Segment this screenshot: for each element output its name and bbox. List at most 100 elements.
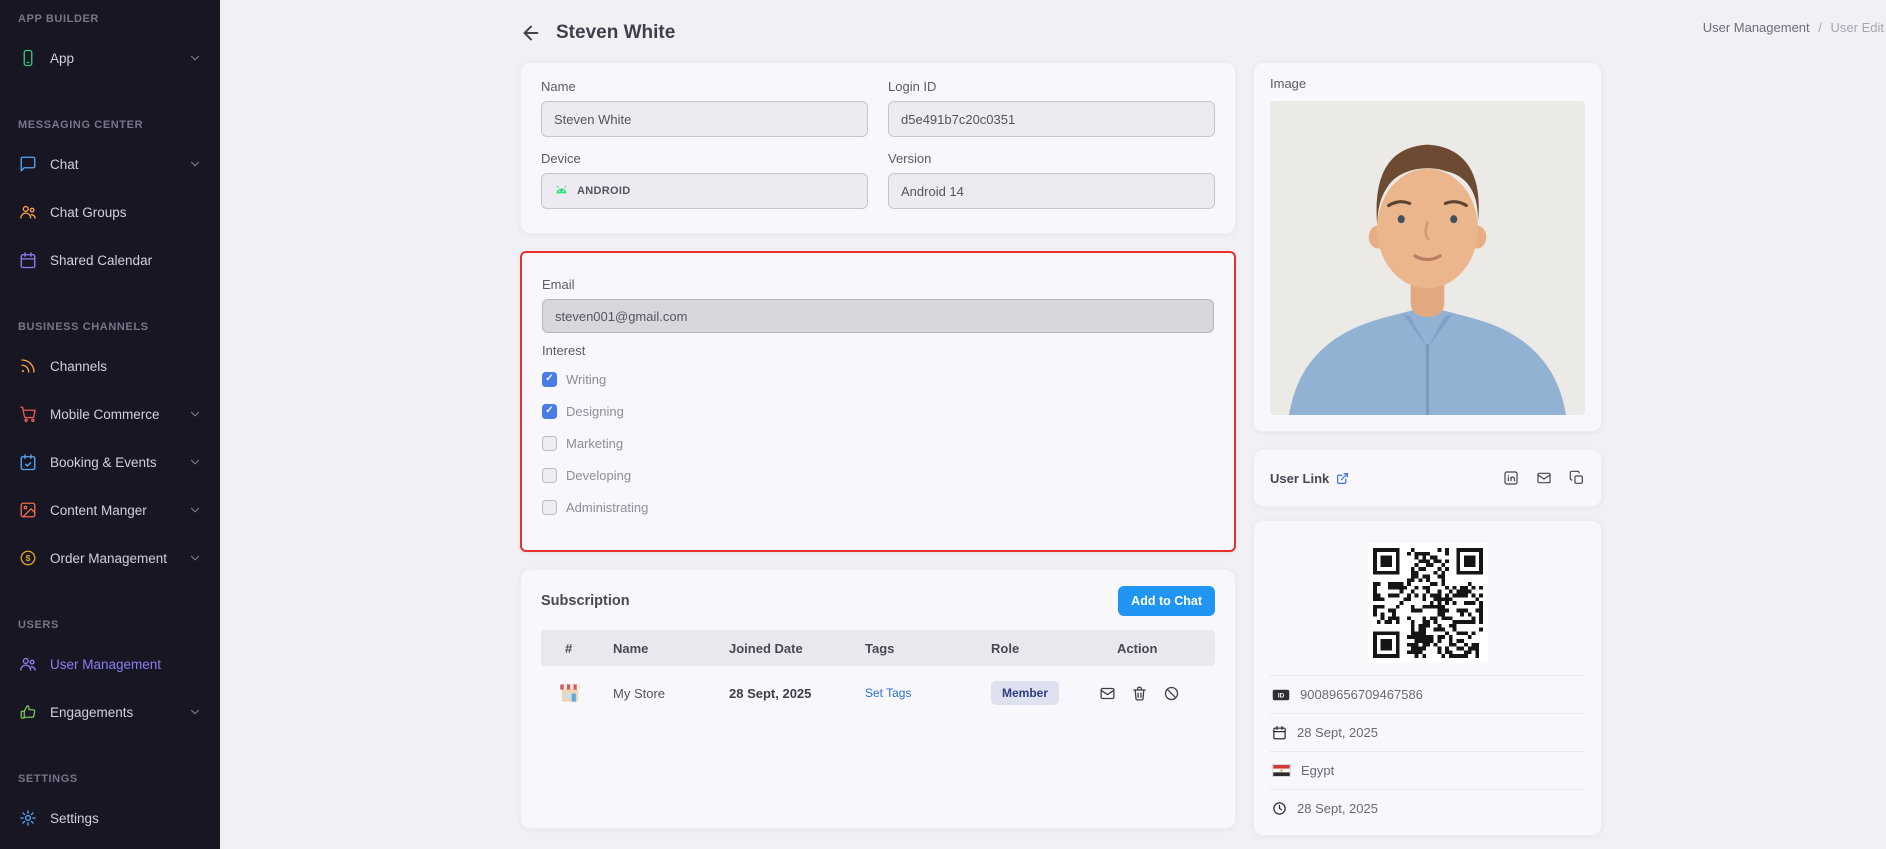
login-id-label: Login ID: [888, 79, 1215, 94]
sidebar-item-settings[interactable]: Settings: [0, 794, 220, 842]
interest-option-label: Developing: [566, 468, 631, 483]
sidebar-item-mobile-commerce[interactable]: Mobile Commerce: [0, 390, 220, 438]
email-icon[interactable]: [1099, 685, 1116, 702]
sidebar-section-messaging-center: MESSAGING CENTER: [0, 82, 220, 140]
sidebar-item-app[interactable]: App: [0, 34, 220, 82]
svg-text:ID: ID: [1278, 692, 1285, 699]
sidebar-item-label: Channels: [50, 359, 202, 374]
egypt-flag-icon: [1272, 764, 1291, 777]
set-tags-link[interactable]: Set Tags: [865, 686, 991, 700]
sidebar-item-order-management[interactable]: $ Order Management: [0, 534, 220, 582]
interest-option-label: Writing: [566, 372, 606, 387]
checkbox-developing[interactable]: [542, 468, 557, 483]
chevron-down-icon: [188, 407, 202, 421]
col-header-joined: Joined Date: [729, 641, 865, 656]
sidebar-item-label: Order Management: [50, 551, 176, 566]
dollar-circle-icon: $: [18, 548, 38, 568]
user-link-card: User Link: [1253, 449, 1602, 507]
back-button[interactable]: [520, 22, 542, 44]
store-icon: [557, 680, 613, 706]
chevron-down-icon: [188, 705, 202, 719]
sidebar-item-label: User Management: [50, 657, 202, 672]
breadcrumb: User Management / User Edit: [1703, 20, 1884, 35]
device-input[interactable]: ANDROID: [541, 173, 868, 209]
add-to-chat-button[interactable]: Add to Chat: [1118, 586, 1215, 616]
chevron-down-icon: [188, 551, 202, 565]
email-input[interactable]: [542, 299, 1214, 333]
interest-row: Designing: [542, 400, 1214, 422]
page-header: Steven White: [520, 0, 1602, 44]
version-input[interactable]: [888, 173, 1215, 209]
id-badge-icon: ID: [1272, 688, 1290, 702]
login-id-input[interactable]: [888, 101, 1215, 137]
main-content: User Management / User Edit Steven White…: [220, 0, 1886, 849]
user-photo: [1270, 101, 1585, 415]
sidebar-item-engagements[interactable]: Engagements: [0, 688, 220, 736]
device-field: Device ANDROID: [541, 151, 868, 209]
name-input[interactable]: [541, 101, 868, 137]
svg-text:$: $: [26, 553, 31, 563]
sidebar-item-label: Settings: [50, 811, 202, 826]
detail-row-last-active: 28 Sept, 2025: [1270, 789, 1585, 827]
external-link-icon[interactable]: [1336, 472, 1349, 485]
trash-icon[interactable]: [1131, 685, 1148, 702]
sidebar-item-label: Mobile Commerce: [50, 407, 176, 422]
sidebar-item-label: Booking & Events: [50, 455, 176, 470]
user-link-title-group: User Link: [1270, 471, 1349, 486]
sidebar-item-chat-groups[interactable]: Chat Groups: [0, 188, 220, 236]
chat-groups-icon: [18, 202, 38, 222]
country-value: Egypt: [1301, 763, 1334, 778]
checkbox-marketing[interactable]: [542, 436, 557, 451]
sidebar-item-content-manager[interactable]: Content Manger: [0, 486, 220, 534]
qr-code: [1368, 543, 1488, 663]
content-grid: Name Login ID Device: [520, 62, 1602, 836]
email-icon[interactable]: [1536, 470, 1552, 486]
content-area: Steven White Name Login ID: [520, 0, 1602, 836]
name-field: Name: [541, 79, 868, 137]
sidebar-section-business-channels: BUSINESS CHANNELS: [0, 284, 220, 342]
sidebar-item-chat[interactable]: Chat: [0, 140, 220, 188]
interest-option-label: Administrating: [566, 500, 648, 515]
page-title: Steven White: [556, 22, 675, 44]
clock-icon: [1272, 801, 1287, 816]
profile-card: Name Login ID Device: [520, 62, 1236, 234]
sidebar-item-booking-events[interactable]: Booking & Events: [0, 438, 220, 486]
col-header-index: #: [565, 641, 613, 656]
block-icon[interactable]: [1163, 685, 1180, 702]
sidebar-item-label: Chat Groups: [50, 205, 202, 220]
copy-icon[interactable]: [1569, 470, 1585, 486]
interest-label: Interest: [542, 343, 1214, 358]
interest-row: Developing: [542, 464, 1214, 486]
sidebar-item-user-management[interactable]: User Management: [0, 640, 220, 688]
table-header-row: # Name Joined Date Tags Role Action: [541, 630, 1215, 666]
col-header-tags: Tags: [865, 641, 991, 656]
sidebar-item-shared-calendar[interactable]: Shared Calendar: [0, 236, 220, 284]
breadcrumb-parent[interactable]: User Management: [1703, 20, 1810, 35]
name-label: Name: [541, 79, 868, 94]
sidebar: APP BUILDER App MESSAGING CENTER Chat Ch…: [0, 0, 220, 849]
checkbox-designing[interactable]: [542, 404, 557, 419]
linkedin-icon[interactable]: [1503, 470, 1519, 486]
sidebar-section-users: USERS: [0, 582, 220, 640]
user-link-title: User Link: [1270, 471, 1329, 486]
calendar-icon: [18, 250, 38, 270]
subscription-header: Subscription Add to Chat: [541, 586, 1215, 616]
chevron-down-icon: [188, 455, 202, 469]
cart-icon: [18, 404, 38, 424]
calendar-check-icon: [18, 452, 38, 472]
subscription-card: Subscription Add to Chat # Name Joined D…: [520, 569, 1236, 829]
interest-row: Administrating: [542, 496, 1214, 518]
checkbox-writing[interactable]: [542, 372, 557, 387]
checkbox-administrating[interactable]: [542, 500, 557, 515]
role-badge: Member: [991, 681, 1059, 705]
user-link-actions: [1503, 470, 1585, 486]
chevron-down-icon: [188, 503, 202, 517]
sidebar-item-channels[interactable]: Channels: [0, 342, 220, 390]
sidebar-item-label: Chat: [50, 157, 176, 172]
email-field: Email: [542, 277, 1214, 333]
version-field: Version: [888, 151, 1215, 209]
left-column: Name Login ID Device: [520, 62, 1236, 829]
detail-row-country: Egypt: [1270, 751, 1585, 789]
sidebar-section-app-builder: APP BUILDER: [0, 0, 220, 34]
users-icon: [18, 654, 38, 674]
